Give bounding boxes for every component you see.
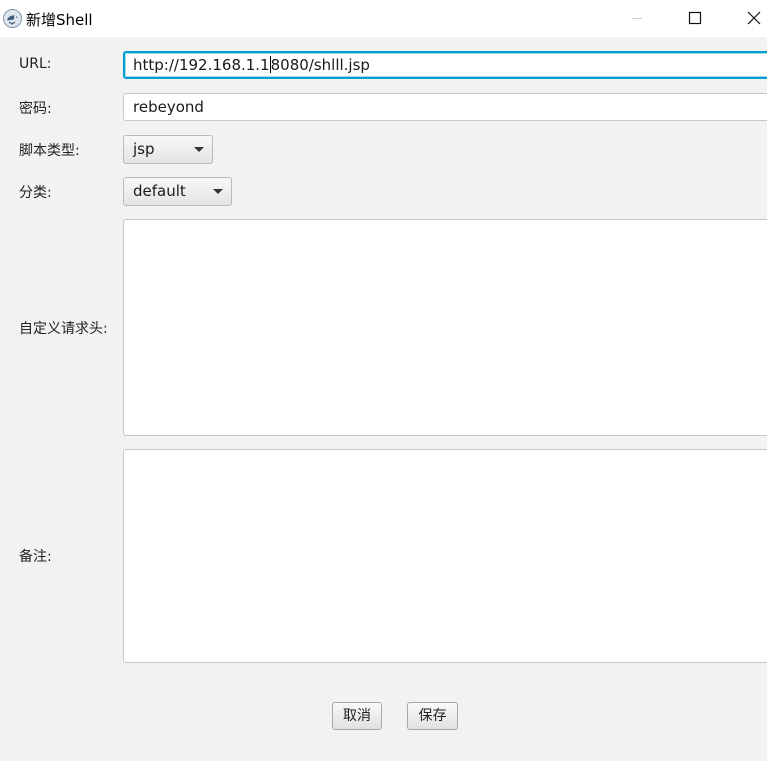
category-label: 分类: <box>19 185 52 201</box>
script-type-label: 脚本类型: <box>19 143 80 159</box>
category-value: default <box>133 182 186 200</box>
remark-textarea[interactable] <box>123 449 767 663</box>
password-label: 密码: <box>19 101 52 117</box>
title-bar[interactable]: 新增Shell <box>0 0 767 37</box>
chevron-down-icon <box>194 147 204 152</box>
minimize-button[interactable] <box>614 0 660 37</box>
add-shell-dialog: 新增Shell URL: http://192.168.1.18080/shll… <box>0 0 767 761</box>
save-button[interactable]: 保存 <box>407 702 458 730</box>
url-input[interactable]: http://192.168.1.18080/shlll.jsp <box>123 51 767 79</box>
chevron-down-icon <box>213 189 223 194</box>
url-label: URL: <box>19 56 52 72</box>
app-icon <box>3 9 22 28</box>
script-type-select[interactable]: jsp <box>123 135 213 164</box>
password-input[interactable]: rebeyond <box>123 93 767 121</box>
cancel-button[interactable]: 取消 <box>332 702 382 730</box>
custom-headers-textarea[interactable] <box>123 219 767 436</box>
maximize-icon <box>688 11 702 25</box>
url-value-start: http://192.168.1.1 <box>133 56 270 74</box>
url-value-end: 8080/shlll.jsp <box>270 56 370 74</box>
minimize-icon <box>632 18 642 19</box>
window-title: 新增Shell <box>26 11 93 29</box>
password-value: rebeyond <box>133 98 204 116</box>
category-select[interactable]: default <box>123 177 232 206</box>
close-icon <box>747 11 761 25</box>
remark-label: 备注: <box>19 549 52 565</box>
custom-headers-label: 自定义请求头: <box>19 321 108 337</box>
maximize-button[interactable] <box>672 0 718 37</box>
close-button[interactable] <box>730 0 767 37</box>
script-type-value: jsp <box>133 140 155 158</box>
